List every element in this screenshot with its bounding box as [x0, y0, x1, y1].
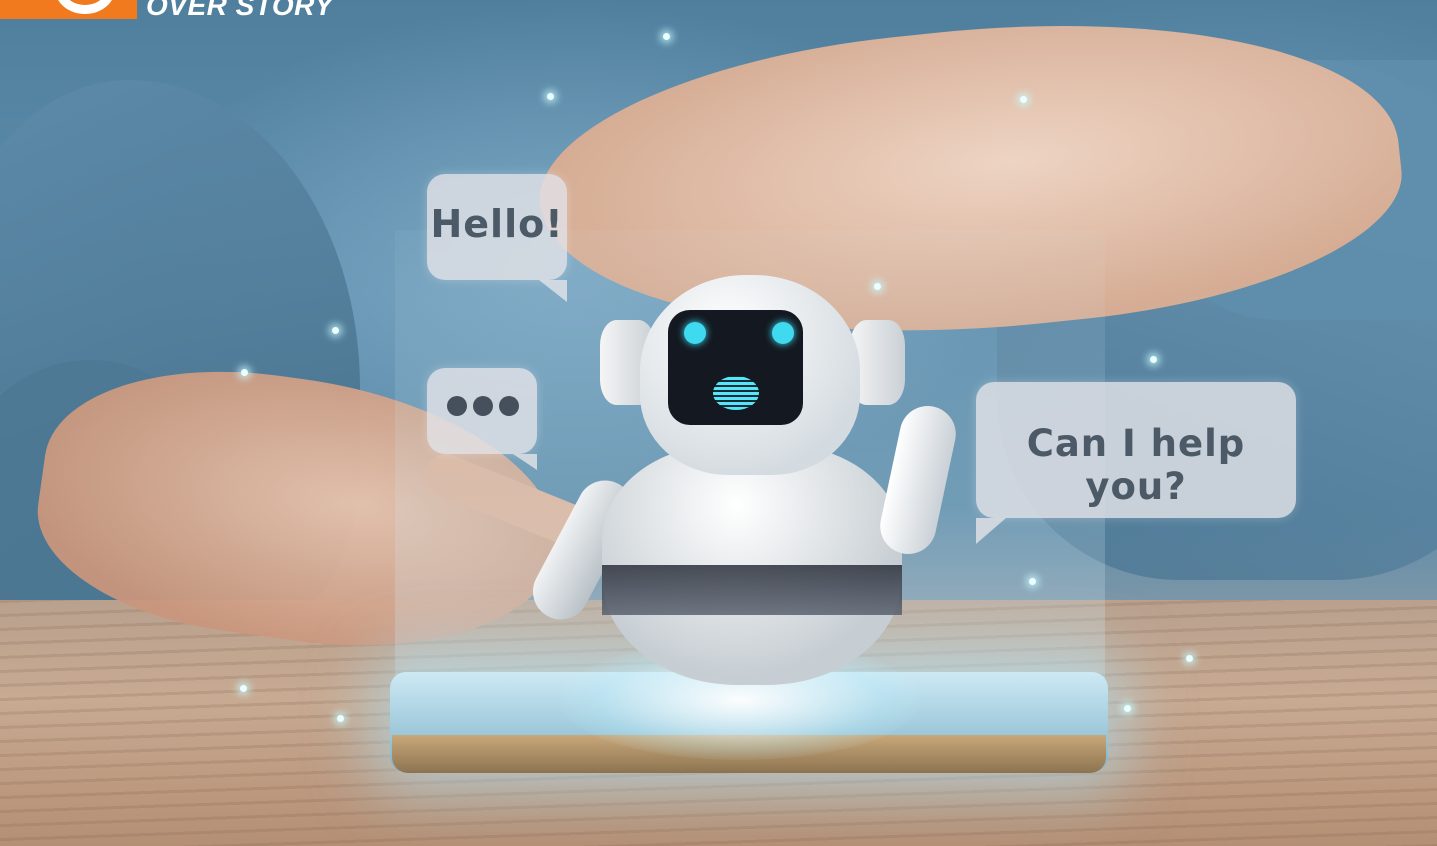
photo-scene: Hello! Can I help you? — [0, 0, 1437, 846]
sparkle — [1029, 578, 1036, 585]
sparkle — [240, 685, 247, 692]
sparkle — [547, 93, 554, 100]
robot-right-eye — [772, 322, 794, 344]
dot-2 — [473, 396, 493, 416]
sparkle — [1124, 705, 1131, 712]
logo-ring-icon — [55, 0, 115, 14]
help-text: Can I help you? — [1026, 422, 1246, 508]
sparkle — [663, 33, 670, 40]
robot-left-eye — [684, 322, 706, 344]
brand-name: OVER STORY — [146, 0, 334, 21]
ellipsis-icon — [447, 396, 519, 416]
typing-speech-bubble — [427, 368, 537, 470]
robot-mouth — [713, 376, 759, 410]
chatbot-robot — [523, 270, 961, 690]
robot-waving-arm — [875, 400, 961, 560]
sparkle — [332, 327, 339, 334]
robot-face-screen — [668, 310, 803, 425]
brand-logo — [0, 0, 137, 19]
hello-text: Hello! — [430, 202, 564, 246]
dot-3 — [499, 396, 519, 416]
robot-belt — [602, 565, 902, 615]
sparkle — [1020, 96, 1027, 103]
sparkle — [337, 715, 344, 722]
help-speech-bubble: Can I help you? — [976, 382, 1296, 544]
sparkle — [1186, 655, 1193, 662]
sparkle — [874, 283, 881, 290]
dot-1 — [447, 396, 467, 416]
sparkle — [1150, 356, 1157, 363]
sparkle — [241, 369, 248, 376]
hello-speech-bubble: Hello! — [427, 174, 567, 302]
